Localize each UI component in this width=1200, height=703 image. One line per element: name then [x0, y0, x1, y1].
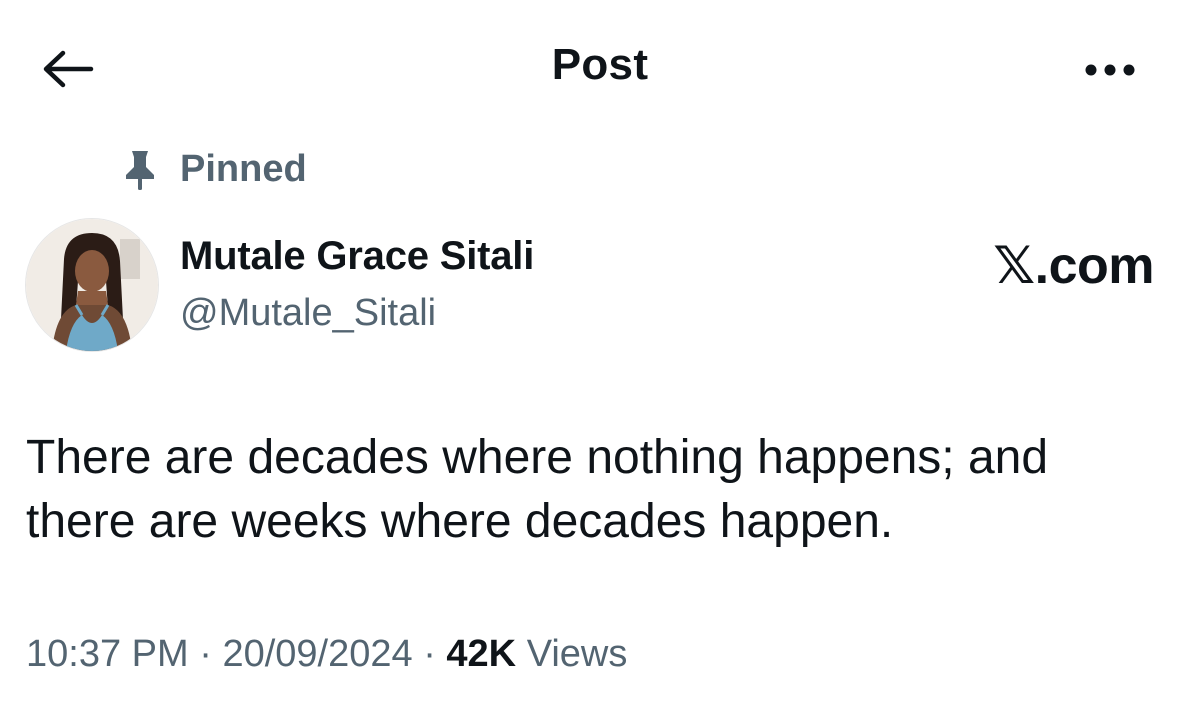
more-options-button[interactable] — [1082, 50, 1138, 90]
post-time[interactable]: 10:37 PM — [26, 633, 189, 675]
post-text: There are decades where nothing happens;… — [26, 431, 1049, 548]
views-label: Views — [526, 633, 628, 675]
post-date[interactable]: 20/09/2024 — [222, 633, 412, 675]
meta-separator: · — [199, 633, 212, 675]
avatar-image — [26, 219, 158, 351]
pinned-indicator: Pinned — [122, 148, 307, 191]
pin-icon — [126, 150, 154, 190]
author-display-name[interactable]: Mutale Grace Sitali — [180, 234, 534, 279]
page-title: Post — [551, 40, 649, 89]
more-horizontal-icon — [1085, 64, 1135, 76]
pinned-label: Pinned — [180, 148, 307, 190]
brand-watermark: 𝕏.com — [993, 237, 1154, 295]
meta-separator: · — [423, 633, 436, 675]
post-metadata: 10:37 PM · 20/09/2024 · 42K Views — [26, 633, 627, 676]
author-handle[interactable]: @Mutale_Sitali — [180, 292, 436, 335]
views-count[interactable]: 42K — [446, 633, 516, 675]
avatar[interactable] — [25, 218, 159, 352]
post-page: Post Pinned Mutale Grace Sitali @Mutale_… — [0, 0, 1200, 703]
